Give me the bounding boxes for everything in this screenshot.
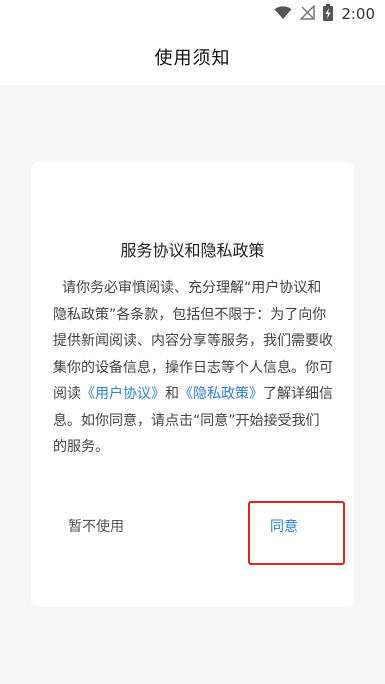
decline-button[interactable]: 暂不使用 xyxy=(68,512,124,542)
body-text-2: 和 xyxy=(165,386,179,402)
battery-charging-icon xyxy=(323,3,334,25)
signal-off-icon xyxy=(299,3,316,24)
dialog-body: 请你务必审慎阅读、充分理解“用户协议和隐私政策”各条款，包括但不限于：为了向你提… xyxy=(53,275,333,461)
wifi-icon xyxy=(274,5,292,24)
page-title: 使用须知 xyxy=(154,47,231,69)
privacy-policy-link[interactable]: 《隐私政策》 xyxy=(179,386,263,402)
highlight-box xyxy=(248,501,345,565)
status-bar: 2:00 xyxy=(0,0,385,28)
status-icons: 2:00 xyxy=(274,3,375,25)
status-time: 2:00 xyxy=(341,5,375,23)
nav-bar: 使用须知 xyxy=(0,28,385,85)
dialog-title: 服务协议和隐私政策 xyxy=(120,241,265,260)
user-agreement-link[interactable]: 《用户协议》 xyxy=(81,386,165,402)
body-text-1: 请你务必审慎阅读、充分理解“用户协议和隐私政策”各条款，包括但不限于：为了向你提… xyxy=(53,280,333,402)
